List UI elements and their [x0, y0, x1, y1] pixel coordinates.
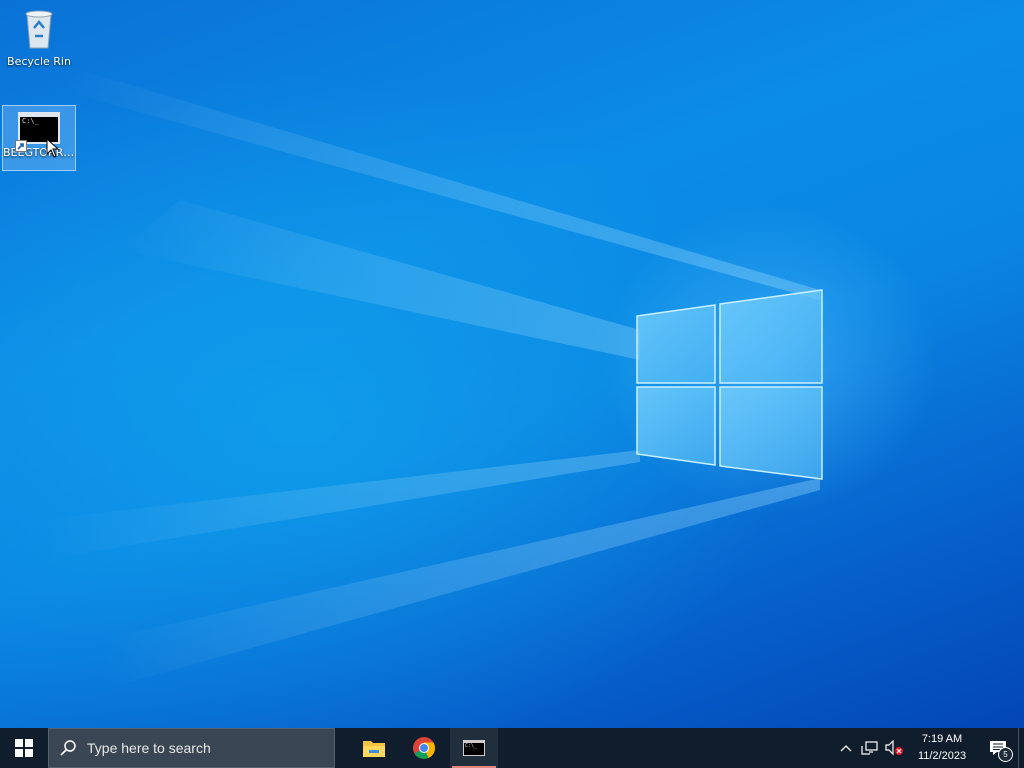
- recycle-bin-icon: [25, 10, 53, 49]
- notification-count-badge: 5: [998, 747, 1013, 762]
- cmd-icon-text: C:\_: [22, 117, 39, 125]
- chevron-up-icon: [840, 745, 852, 752]
- desktop-icon-label: Becycle Rin: [7, 55, 71, 68]
- desktop-icon-beegtorrent-shortcut[interactable]: C:\_ BEEGTORRE...: [2, 105, 76, 171]
- network-button[interactable]: [858, 728, 882, 768]
- search-icon: [49, 739, 87, 757]
- start-button[interactable]: [0, 728, 48, 768]
- desktop[interactable]: Becycle Rin C:\_ BEEGTORRE...: [0, 0, 1024, 728]
- show-hidden-icons-button[interactable]: [834, 728, 858, 768]
- taskbar-clock[interactable]: 7:19 AM 11/2/2023: [910, 731, 974, 765]
- system-tray: 7:19 AM 11/2/2023 5: [834, 728, 1024, 768]
- taskbar: Type here to search C:\_ 7:19 AM 11/2/20…: [0, 728, 1024, 768]
- network-icon: [861, 741, 878, 755]
- cmd-icon: C:\_: [463, 740, 485, 756]
- volume-button[interactable]: [882, 728, 906, 768]
- chrome-icon: [413, 737, 435, 759]
- desktop-icon-label: BEEGTORRE...: [3, 146, 75, 159]
- cmd-icon-text: C:\_: [465, 743, 478, 749]
- show-desktop-button[interactable]: [1018, 728, 1024, 768]
- desktop-icon-recycle-bin[interactable]: Becycle Rin: [2, 6, 76, 76]
- taskbar-command-prompt[interactable]: C:\_: [450, 728, 498, 768]
- wallpaper-rays: [40, 70, 820, 690]
- folder-icon: [363, 741, 385, 757]
- search-placeholder: Type here to search: [87, 740, 211, 756]
- taskbar-file-explorer[interactable]: [350, 728, 398, 768]
- shortcut-arrow-icon: [15, 140, 27, 152]
- taskbar-search-box[interactable]: Type here to search: [48, 728, 335, 768]
- volume-muted-icon: [885, 740, 903, 756]
- clock-date: 11/2/2023: [917, 750, 967, 762]
- action-center-button[interactable]: 5: [978, 728, 1018, 768]
- windows-start-icon: [15, 739, 33, 757]
- taskbar-chrome[interactable]: [400, 728, 448, 768]
- clock-time: 7:19 AM: [921, 733, 963, 745]
- windows-logo-wallpaper: [636, 289, 823, 480]
- mouse-cursor-icon: [46, 138, 60, 158]
